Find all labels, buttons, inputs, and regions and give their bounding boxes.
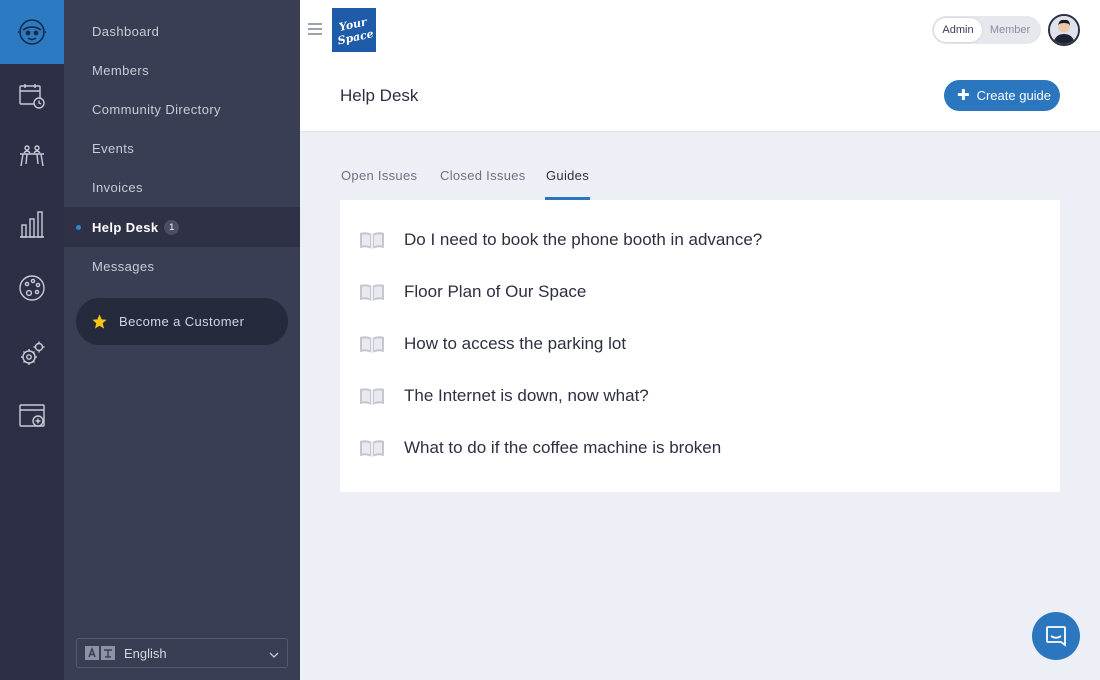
top-bar: Your Space Admin Member Help Desk ✚ Crea… bbox=[300, 0, 1100, 132]
book-icon bbox=[359, 334, 385, 354]
sidebar-item-messages[interactable]: Messages bbox=[64, 247, 300, 286]
tab-guides[interactable]: Guides bbox=[545, 168, 590, 200]
chevron-down-icon bbox=[269, 648, 279, 663]
guide-title: How to access the parking lot bbox=[404, 334, 627, 353]
star-icon bbox=[91, 313, 108, 330]
icon-rail bbox=[0, 0, 64, 680]
book-icon bbox=[359, 438, 385, 458]
role-option-member[interactable]: Member bbox=[982, 18, 1038, 42]
avatar[interactable] bbox=[1048, 14, 1080, 46]
sidebar-item-community-directory[interactable]: Community Directory bbox=[64, 90, 300, 129]
sidebar-item-label: Help Desk bbox=[92, 219, 159, 235]
robot-logo-icon[interactable] bbox=[0, 0, 64, 64]
chat-launcher-button[interactable] bbox=[1032, 612, 1080, 660]
active-indicator-dot bbox=[76, 225, 81, 230]
browser-window-icon[interactable] bbox=[0, 396, 64, 436]
list-item[interactable]: What to do if the coffee machine is brok… bbox=[340, 428, 1060, 468]
hamburger-menu-icon[interactable] bbox=[308, 23, 322, 37]
guide-title: Floor Plan of Our Space bbox=[404, 282, 587, 301]
count-badge: 1 bbox=[164, 219, 180, 235]
sidebar-item-label: Members bbox=[92, 63, 149, 78]
brand-logo[interactable]: Your Space bbox=[332, 8, 376, 52]
language-value: English bbox=[124, 645, 167, 661]
plus-icon: ✚ bbox=[957, 87, 970, 104]
page-title: Help Desk bbox=[340, 86, 419, 105]
book-icon bbox=[359, 386, 385, 406]
book-icon bbox=[359, 282, 385, 302]
list-item[interactable]: Do I need to book the phone booth in adv… bbox=[340, 220, 1060, 260]
desk-icon[interactable] bbox=[0, 136, 64, 176]
sidebar-item-members[interactable]: Members bbox=[64, 51, 300, 90]
chat-icon bbox=[1044, 624, 1068, 648]
translate-icon bbox=[85, 645, 115, 661]
become-customer-label: Become a Customer bbox=[119, 314, 245, 329]
become-customer-button[interactable]: Become a Customer bbox=[76, 298, 288, 345]
sidebar-item-label: Messages bbox=[92, 259, 155, 274]
list-item[interactable]: The Internet is down, now what? bbox=[340, 376, 1060, 416]
sidebar-item-invoices[interactable]: Invoices bbox=[64, 168, 300, 207]
create-guide-label: Create guide bbox=[976, 88, 1052, 103]
role-toggle: Admin Member bbox=[932, 16, 1041, 44]
sidebar: Dashboard Members Community Directory Ev… bbox=[64, 0, 300, 680]
settings-icon[interactable] bbox=[0, 334, 64, 374]
palette-icon[interactable] bbox=[0, 268, 64, 308]
sidebar-item-help-desk[interactable]: Help Desk 1 bbox=[64, 207, 300, 247]
tab-closed-issues[interactable]: Closed Issues bbox=[440, 168, 526, 200]
guide-title: What to do if the coffee machine is brok… bbox=[404, 438, 722, 457]
sidebar-item-label: Dashboard bbox=[92, 24, 160, 39]
list-item[interactable]: How to access the parking lot bbox=[340, 324, 1060, 364]
sidebar-item-dashboard[interactable]: Dashboard bbox=[64, 12, 300, 51]
book-icon bbox=[359, 230, 385, 250]
create-guide-button[interactable]: ✚ Create guide bbox=[944, 80, 1060, 111]
sidebar-item-label: Invoices bbox=[92, 180, 143, 195]
guides-list: Do I need to book the phone booth in adv… bbox=[340, 200, 1060, 492]
guide-title: Do I need to book the phone booth in adv… bbox=[404, 230, 763, 249]
analytics-icon[interactable] bbox=[0, 204, 64, 244]
tab-open-issues[interactable]: Open Issues bbox=[341, 168, 417, 200]
sidebar-item-label: Community Directory bbox=[92, 102, 221, 117]
sidebar-item-label: Events bbox=[92, 141, 135, 156]
list-item[interactable]: Floor Plan of Our Space bbox=[340, 272, 1060, 312]
calendar-icon[interactable] bbox=[0, 76, 64, 116]
language-select[interactable]: English bbox=[76, 638, 288, 668]
role-option-admin[interactable]: Admin bbox=[934, 18, 982, 42]
guide-title: The Internet is down, now what? bbox=[404, 386, 649, 405]
sidebar-item-events[interactable]: Events bbox=[64, 129, 300, 168]
